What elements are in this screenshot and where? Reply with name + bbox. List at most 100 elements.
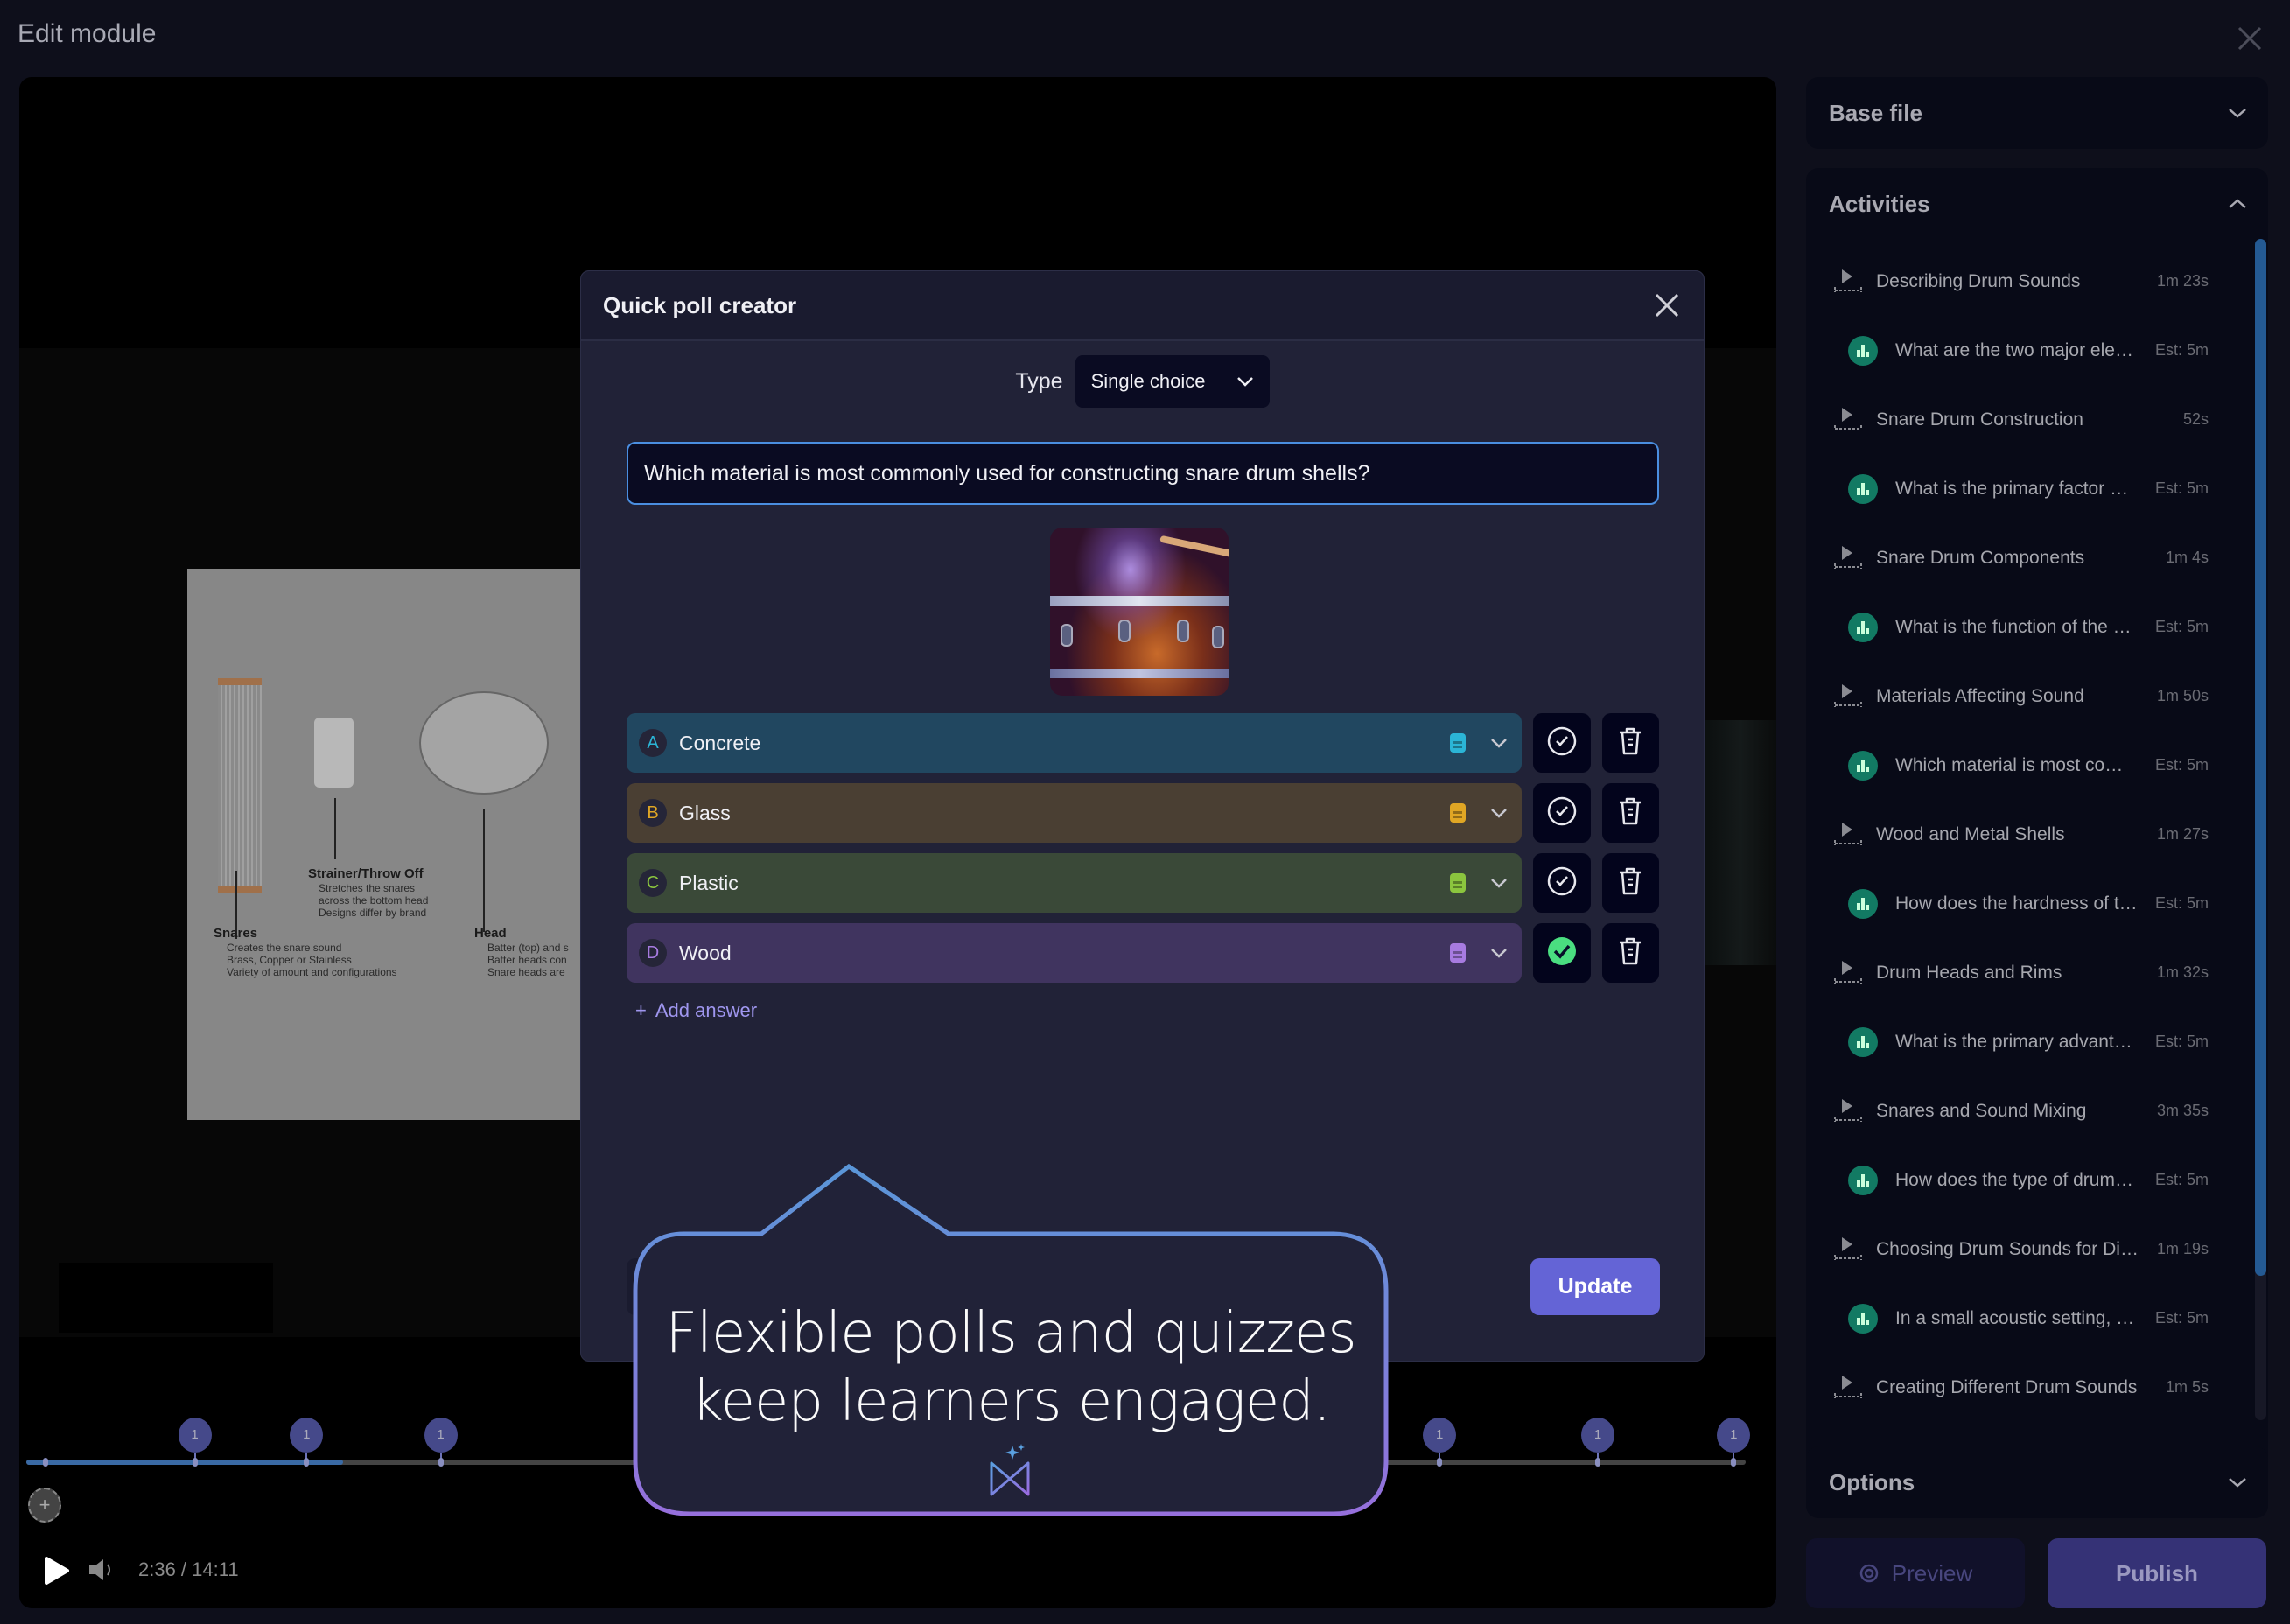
chevron-down-icon [2229,108,2246,118]
chevron-down-icon[interactable] [1488,942,1509,963]
poll-chart-icon [1848,473,1878,504]
publish-button[interactable]: Publish [2048,1538,2266,1608]
activity-poll-item[interactable]: How does the hardness of t… Est: 5m [1806,869,2268,938]
delete-answer-button[interactable] [1601,783,1659,843]
marker-dot [438,1458,444,1466]
activity-video-item[interactable]: Materials Affecting Sound 1m 50s [1806,662,2268,731]
plus-icon: + [635,999,647,1021]
timeline-marker[interactable]: 1 [1423,1418,1457,1452]
volume-icon [89,1559,110,1580]
feedback-note-icon[interactable] [1450,943,1466,962]
play-icon [45,1557,69,1585]
video-segment-icon [1832,1372,1864,1404]
strainer-label: Strainer/Throw Off [308,866,424,881]
check-circle-filled-icon [1546,935,1578,971]
snares-label: Snares [214,926,258,941]
activity-duration: Est: 5m [2154,1171,2209,1188]
chevron-down-icon [1236,377,1253,387]
volume-button[interactable] [88,1558,117,1586]
activity-duration: 1m 19s [2156,1240,2209,1257]
trash-icon [1617,866,1643,900]
timeline-marker[interactable]: 1 [1717,1418,1751,1452]
activity-video-item[interactable]: Choosing Drum Sounds for Di… 1m 19s [1806,1214,2268,1284]
activity-duration: Est: 5m [2154,341,2209,359]
timeline-marker[interactable]: 1 [424,1418,458,1452]
chevron-down-icon[interactable] [1488,802,1509,823]
activity-video-item[interactable]: Creating Different Drum Sounds 1m 5s [1806,1353,2268,1422]
activity-poll-item[interactable]: Which material is most co… Est: 5m [1806,731,2268,800]
delete-answer-button[interactable] [1601,853,1659,913]
close-icon[interactable] [2236,24,2264,52]
poll-chart-icon [1848,612,1878,642]
footer-actions: Preview Publish [1806,1538,2266,1608]
activity-poll-item[interactable]: What is the primary factor … Est: 5m [1806,454,2268,523]
activity-title: Snares and Sound Mixing [1876,1100,2087,1121]
timeline-marker[interactable]: 1 [1581,1418,1614,1452]
base-file-toggle[interactable]: Base file [1806,77,2268,149]
answer-field[interactable]: B Glass [627,783,1522,843]
answer-row: B Glass [627,783,1659,843]
activity-video-item[interactable]: Snare Drum Components 1m 4s [1806,523,2268,592]
video-segment-icon [1832,681,1864,712]
mark-correct-button[interactable] [1533,713,1591,773]
activity-video-item[interactable]: Describing Drum Sounds 1m 23s [1806,247,2268,316]
activity-duration: 1m 27s [2156,825,2209,843]
dialog-title: Quick poll creator [603,292,797,318]
head-point: Batter (top) and s [487,942,569,954]
video-segment-icon [1832,542,1864,574]
activity-video-item[interactable]: Snares and Sound Mixing 3m 35s [1806,1076,2268,1145]
drum-rim [1050,669,1229,678]
activity-poll-item[interactable]: In a small acoustic setting, … Est: 5m [1806,1284,2268,1353]
check-circle-icon [1546,725,1578,761]
timeline-marker[interactable]: 1 [178,1418,212,1452]
answer-field[interactable]: D Wood [627,923,1522,983]
activity-duration: 1m 32s [2156,963,2209,981]
activity-duration: Est: 5m [2154,756,2209,774]
answer-field[interactable]: A Concrete [627,713,1522,773]
feedback-note-icon[interactable] [1450,803,1466,822]
strainer-image [314,718,354,788]
activity-video-item[interactable]: Wood and Metal Shells 1m 27s [1806,800,2268,869]
add-marker-button[interactable]: + [28,1488,61,1522]
activity-title: Materials Affecting Sound [1876,685,2084,706]
update-button[interactable]: Update [1530,1258,1660,1315]
chevron-down-icon[interactable] [1488,872,1509,893]
snares-point: Variety of amount and configurations [227,966,397,978]
options-toggle[interactable]: Options [1806,1446,2268,1518]
activity-video-item[interactable]: Snare Drum Construction 52s [1806,385,2268,454]
dialog-close-button[interactable] [1652,290,1682,320]
play-button[interactable] [44,1556,70,1590]
activity-poll-item[interactable]: What is the primary advant… Est: 5m [1806,1007,2268,1076]
activities-scrollbar[interactable] [2255,239,2266,1420]
delete-answer-button[interactable] [1601,923,1659,983]
activity-duration: 1m 23s [2156,272,2209,290]
activities-toggle[interactable]: Activities [1806,168,2268,240]
video-slide: Strainer/Throw Off Stretches the snares … [187,569,599,1120]
answers-list: A Concrete B Glass C Plastic D Wood [627,713,1659,993]
question-input[interactable] [627,442,1659,505]
preview-button[interactable]: Preview [1806,1538,2025,1608]
answer-field[interactable]: C Plastic [627,853,1522,913]
activity-poll-item[interactable]: What is the function of the … Est: 5m [1806,592,2268,662]
activity-video-item[interactable]: Drum Heads and Rims 1m 32s [1806,938,2268,1007]
options-panel: Options [1806,1446,2268,1518]
add-answer-button[interactable]: + Add answer [635,999,757,1022]
feedback-note-icon[interactable] [1450,733,1466,752]
drum-lug [1177,620,1189,642]
mark-correct-button[interactable] [1533,923,1591,983]
poll-image[interactable] [1050,528,1229,696]
video-segment-icon [1832,404,1864,436]
answer-row: C Plastic [627,853,1659,913]
strainer-point: across the bottom head [319,894,429,906]
type-select[interactable]: Single choice [1075,355,1270,408]
poll-chart-icon [1848,888,1878,919]
activity-poll-item[interactable]: What are the two major ele… Est: 5m [1806,316,2268,385]
feedback-note-icon[interactable] [1450,873,1466,892]
delete-answer-button[interactable] [1601,713,1659,773]
snare-wires-image [218,678,262,892]
chevron-down-icon[interactable] [1488,732,1509,753]
mark-correct-button[interactable] [1533,783,1591,843]
mark-correct-button[interactable] [1533,853,1591,913]
scrollbar-thumb[interactable] [2255,239,2266,1276]
activity-poll-item[interactable]: How does the type of drum… Est: 5m [1806,1145,2268,1214]
